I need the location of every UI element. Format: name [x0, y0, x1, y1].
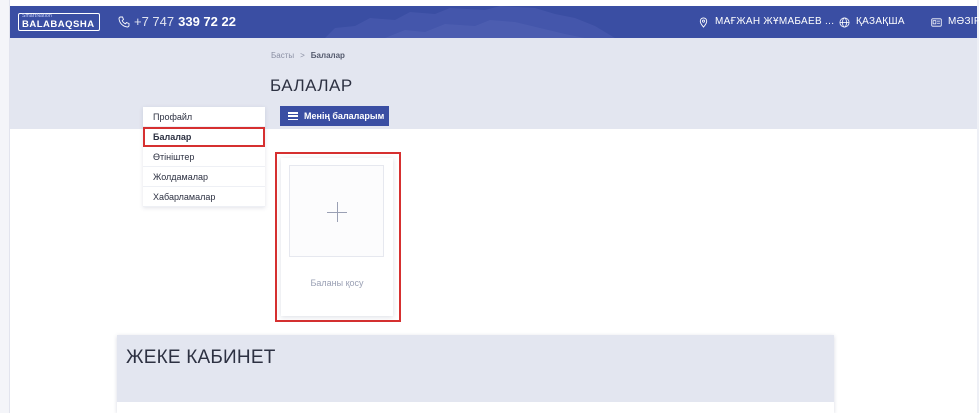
plus-icon	[327, 202, 347, 222]
sidebar-menu: Профайл Балалар Өтініштер Жолдамалар Хаб…	[143, 107, 265, 207]
add-child-label: Баланы қосу	[310, 278, 364, 288]
personal-cabinet-title: ЖЕКЕ КАБИНЕТ	[126, 347, 276, 368]
add-child-card[interactable]: Баланы қосу	[281, 158, 393, 316]
balabaqsha-logo[interactable]: SmartNation BALABAQSHA	[18, 13, 100, 31]
tab-my-children-label: Менің балаларым	[304, 111, 385, 121]
personal-cabinet-content	[117, 402, 834, 413]
logo-text: BALABAQSHA	[22, 19, 95, 30]
window-frame-left	[0, 0, 10, 413]
location-selector[interactable]: МАҒЖАН ЖҰМАБАЕВ ...	[698, 16, 834, 28]
breadcrumb-separator: >	[300, 51, 305, 60]
sidebar-item-profile[interactable]: Профайл	[143, 107, 265, 127]
phone-link[interactable]: +7 747 339 72 22	[118, 14, 236, 30]
child-photo-placeholder	[289, 165, 384, 257]
menu-button[interactable]: МӘЗІР	[931, 16, 979, 28]
top-navbar: SmartNation BALABAQSHA +7 747 339 72 22 …	[10, 6, 979, 38]
language-selector[interactable]: ҚАЗАҚША	[839, 16, 905, 28]
sidebar-item-referrals[interactable]: Жолдамалар	[143, 167, 265, 187]
breadcrumb: Басты > Балалар	[271, 51, 345, 60]
location-pin-icon	[699, 17, 708, 28]
personal-cabinet-panel: ЖЕКЕ КАБИНЕТ	[117, 335, 834, 413]
list-icon	[288, 112, 298, 120]
phone-number: 339 72 22	[178, 14, 236, 29]
id-card-icon	[931, 17, 942, 27]
sidebar-item-applications[interactable]: Өтініштер	[143, 147, 265, 167]
location-label: МАҒЖАН ЖҰМАБАЕВ ...	[715, 16, 835, 27]
breadcrumb-current: Балалар	[310, 51, 345, 60]
globe-icon	[839, 17, 850, 27]
language-label: ҚАЗАҚША	[856, 16, 905, 27]
page-title: БАЛАЛАР	[270, 76, 353, 95]
breadcrumb-home[interactable]: Басты	[271, 51, 294, 60]
sidebar-item-children[interactable]: Балалар	[143, 127, 265, 147]
tab-my-children[interactable]: Менің балаларым	[280, 106, 389, 126]
sidebar-item-notifications[interactable]: Хабарламалар	[143, 187, 265, 207]
phone-icon	[118, 16, 130, 28]
phone-prefix: +7 747	[134, 14, 175, 29]
menu-label: МӘЗІР	[948, 16, 979, 27]
map-background-decoration	[325, 6, 615, 38]
